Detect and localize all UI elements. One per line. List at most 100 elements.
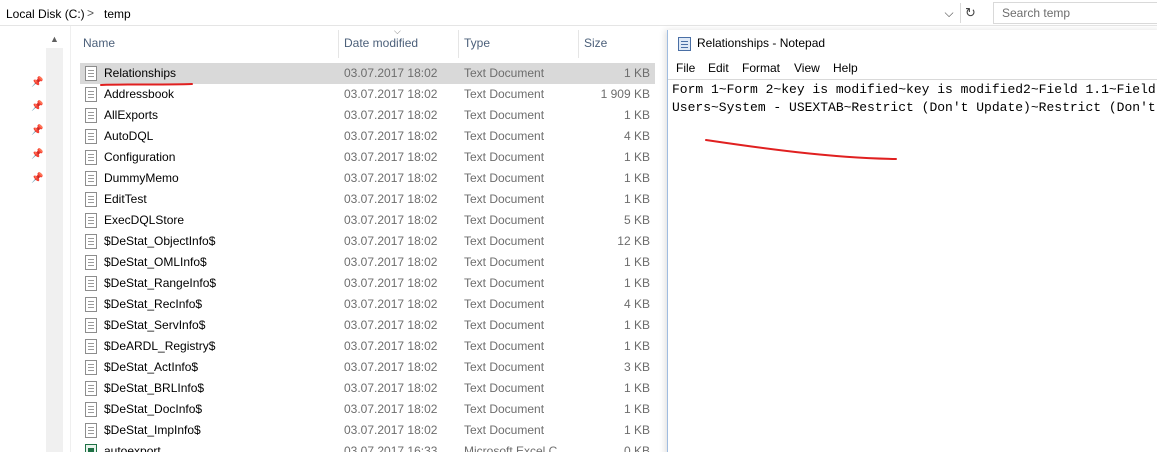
file-date-modified: 03.07.2017 18:02	[344, 108, 438, 122]
file-name: Addressbook	[104, 87, 175, 101]
file-row[interactable]: Configuration 03.07.2017 18:02 Text Docume…	[80, 147, 655, 168]
file-name: $DeStat_BRLInfo$	[104, 381, 205, 395]
file-size: 1 KB	[623, 255, 650, 269]
file-row[interactable]: $DeStat_ActInfo$ 03.07.2017 18:02 Text Doc…	[80, 357, 655, 378]
file-row[interactable]: $DeStat_DocInfo$ 03.07.2017 18:02 Text Doc…	[80, 399, 655, 420]
text-document-icon	[85, 108, 97, 123]
address-bar: Local Disk (C:) > temp ⌵ ↻ Search temp	[0, 0, 1157, 26]
file-row[interactable]: $DeStat_ServInfo$ 03.07.2017 18:02 Text Do…	[80, 315, 655, 336]
menu-view[interactable]: View	[794, 57, 820, 79]
file-date-modified: 03.07.2017 16:33	[344, 444, 438, 452]
file-type: Text Document	[464, 255, 545, 269]
text-document-icon	[85, 255, 97, 270]
file-row[interactable]: AutoDQL 03.07.2017 18:02 Text Document 4 KB	[80, 126, 655, 147]
menu-edit[interactable]: Edit	[708, 57, 729, 79]
file-name: Relationships	[104, 66, 177, 80]
file-row[interactable]: $DeStat_OMLInfo$ 03.07.2017 18:02 Text Doc…	[80, 252, 655, 273]
pane-divider[interactable]	[70, 26, 71, 452]
file-size: 1 KB	[623, 339, 650, 353]
file-row[interactable]: $DeStat_RangeInfo$ 03.07.2017 18:02 Text D…	[80, 273, 655, 294]
file-date-modified: 03.07.2017 18:02	[344, 402, 438, 416]
notepad-title: Relationships - Notepad	[697, 36, 826, 50]
column-header-name[interactable]: Name	[77, 26, 115, 60]
file-type: Text Document	[464, 339, 545, 353]
file-type: Text Document	[464, 213, 545, 227]
text-document-icon	[85, 213, 97, 228]
text-document-icon	[85, 360, 97, 375]
text-document-icon	[85, 276, 97, 291]
file-name: $DeStat_RecInfo$	[104, 297, 203, 311]
menu-help[interactable]: Help	[833, 57, 858, 79]
file-type: Text Document	[464, 234, 545, 248]
file-row[interactable]: Relationships 03.07.2017 18:02 Text Docume…	[80, 63, 655, 84]
file-row[interactable]: $DeStat_ImpInfo$ 03.07.2017 18:02 Text Doc…	[80, 420, 655, 441]
file-row[interactable]: EditTest 03.07.2017 18:02 Text Document 1 K…	[80, 189, 655, 210]
file-type: Text Document	[464, 423, 545, 437]
file-date-modified: 03.07.2017 18:02	[344, 234, 438, 248]
notepad-text-area[interactable]: Form 1~Form 2~key is modified~key is mod…	[668, 79, 1157, 452]
file-date-modified: 03.07.2017 18:02	[344, 318, 438, 332]
scroll-up-icon[interactable]: ▲	[46, 31, 63, 48]
breadcrumb-temp[interactable]: temp	[104, 7, 131, 21]
file-row[interactable]: $DeStat_ObjectInfo$ 03.07.2017 18:02 Text …	[80, 231, 655, 252]
file-size: 1 KB	[623, 318, 650, 332]
column-header-size[interactable]: Size	[578, 26, 607, 60]
menu-format[interactable]: Format	[742, 57, 780, 79]
file-name: Configuration	[104, 150, 176, 164]
file-name: DummyMemo	[104, 171, 179, 185]
file-type: Text Document	[464, 108, 545, 122]
file-row[interactable]: $DeStat_BRLInfo$ 03.07.2017 18:02 Text Doc…	[80, 378, 655, 399]
file-size: 1 KB	[623, 402, 650, 416]
text-document-icon	[85, 318, 97, 333]
file-date-modified: 03.07.2017 18:02	[344, 297, 438, 311]
file-name: $DeARDL_Registry$	[104, 339, 216, 353]
breadcrumb-separator-icon[interactable]: >	[87, 6, 94, 20]
text-document-icon	[85, 381, 97, 396]
file-type: Text Document	[464, 297, 545, 311]
notepad-titlebar[interactable]: Relationships - Notepad	[668, 30, 1157, 57]
file-size: 1 KB	[623, 108, 650, 122]
file-size: 3 KB	[623, 360, 650, 374]
text-document-icon	[85, 297, 97, 312]
file-date-modified: 03.07.2017 18:02	[344, 423, 438, 437]
file-name: $DeStat_ActInfo$	[104, 360, 199, 374]
file-size: 12 KB	[617, 234, 650, 248]
menu-file[interactable]: File	[676, 57, 695, 79]
pin-icon[interactable]: 📌	[31, 125, 43, 137]
file-row[interactable]: $DeStat_RecInfo$ 03.07.2017 18:02 Text Doc…	[80, 294, 655, 315]
file-size: 1 KB	[623, 192, 650, 206]
search-input[interactable]: Search temp	[993, 2, 1157, 24]
address-box[interactable]: Local Disk (C:) > temp	[0, 1, 960, 25]
file-size: 1 KB	[623, 66, 650, 80]
file-row[interactable]: autoexport 03.07.2017 16:33 Microsoft Exce…	[80, 441, 655, 452]
column-header-date-modified[interactable]: Date modified	[338, 26, 418, 60]
refresh-icon[interactable]: ↻	[960, 3, 980, 23]
file-row[interactable]: DummyMemo 03.07.2017 18:02 Text Document 1 …	[80, 168, 655, 189]
notepad-menubar: File Edit Format View Help	[668, 57, 1157, 79]
text-document-icon	[85, 87, 97, 102]
file-row[interactable]: ExecDQLStore 03.07.2017 18:02 Text Documen…	[80, 210, 655, 231]
notepad-app-icon[interactable]	[678, 37, 691, 51]
file-row[interactable]: Addressbook 03.07.2017 18:02 Text Document…	[80, 84, 655, 105]
file-size: 1 KB	[623, 381, 650, 395]
text-document-icon	[85, 66, 97, 81]
file-type: Text Document	[464, 66, 545, 80]
file-name: autoexport	[104, 444, 161, 452]
text-document-icon	[85, 171, 97, 186]
pin-icon[interactable]: 📌	[31, 77, 43, 89]
file-row[interactable]: AllExports 03.07.2017 18:02 Text Document 1…	[80, 105, 655, 126]
breadcrumb-local-disk[interactable]: Local Disk (C:)	[6, 7, 85, 21]
file-date-modified: 03.07.2017 18:02	[344, 339, 438, 353]
file-date-modified: 03.07.2017 18:02	[344, 171, 438, 185]
file-row[interactable]: $DeARDL_Registry$ 03.07.2017 18:02 Text Do…	[80, 336, 655, 357]
pin-icon[interactable]: 📌	[31, 173, 43, 185]
notepad-window[interactable]: Relationships - Notepad File Edit Format…	[667, 30, 1157, 452]
file-name: $DeStat_ServInfo$	[104, 318, 206, 332]
nav-scrollbar[interactable]	[46, 48, 63, 452]
text-document-icon	[85, 150, 97, 165]
column-header-type[interactable]: Type	[458, 26, 490, 60]
pin-icon[interactable]: 📌	[31, 149, 43, 161]
chevron-down-icon[interactable]: ⌵	[940, 4, 958, 22]
pin-icon[interactable]: 📌	[31, 101, 43, 113]
file-date-modified: 03.07.2017 18:02	[344, 66, 438, 80]
